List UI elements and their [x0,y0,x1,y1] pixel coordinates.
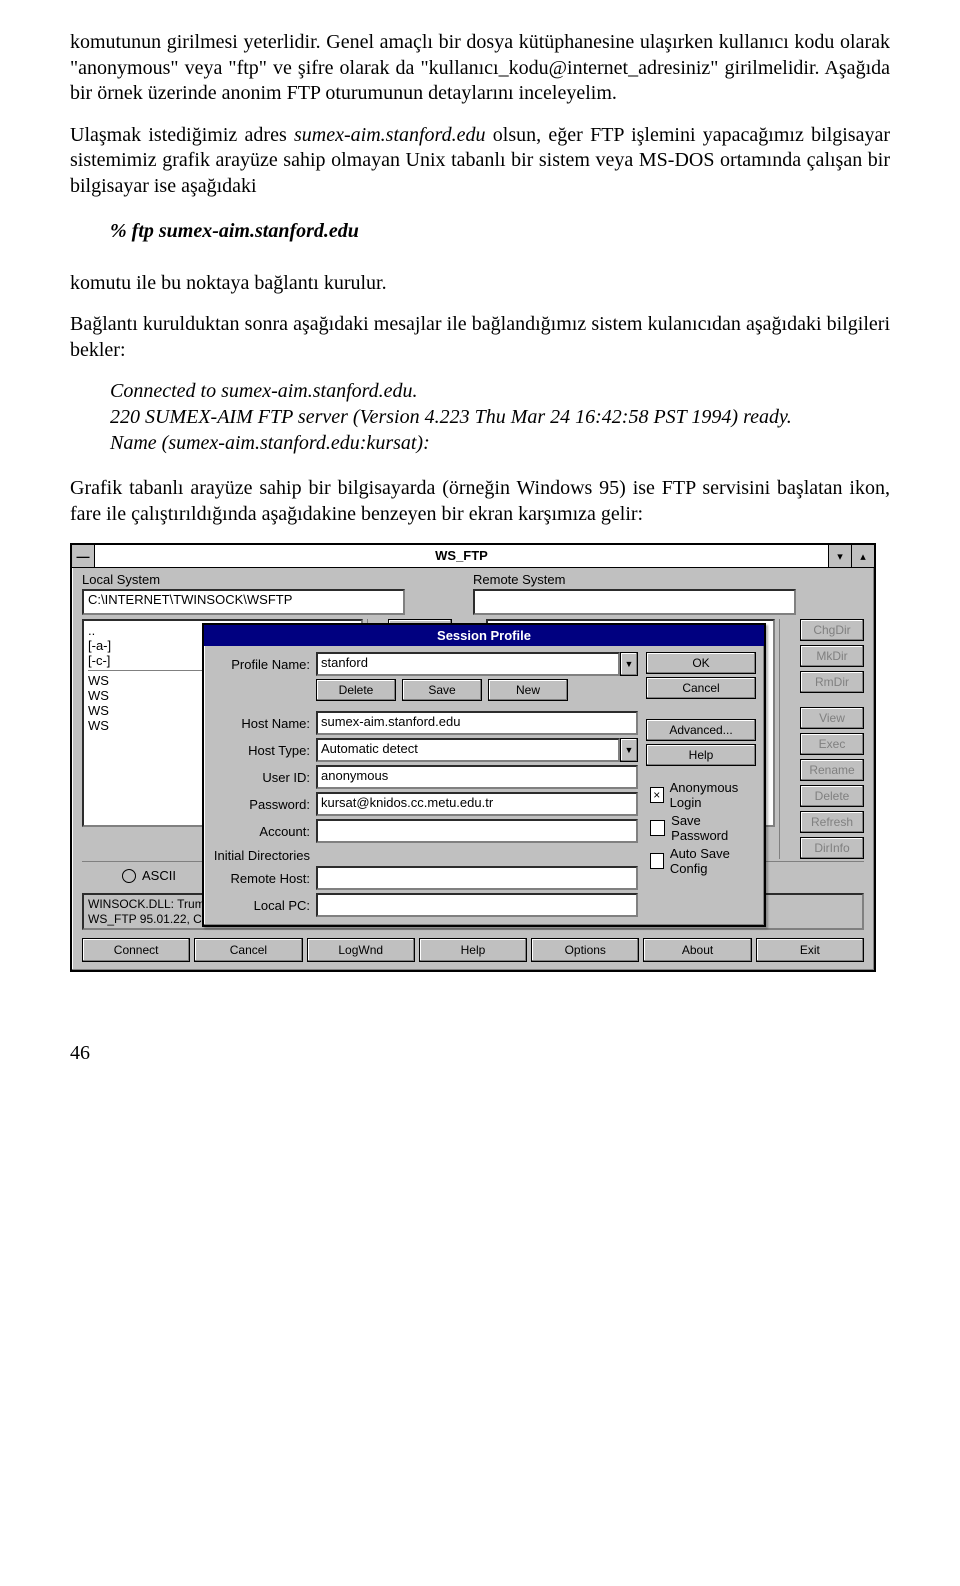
paragraph: komutu ile bu noktaya bağlantı kurulur. [70,271,890,297]
checkbox-icon [650,820,665,836]
minimize-button[interactable]: ▾ [828,545,851,567]
chgdir-button[interactable]: ChgDir [800,619,864,641]
checkbox-label: Save Password [671,813,756,843]
delete-button[interactable]: Delete [800,785,864,807]
paragraph: Ulaşmak istediğimiz adres sumex-aim.stan… [70,123,890,200]
initial-dirs-label: Initial Directories [212,848,310,863]
view-button[interactable]: View [800,707,864,729]
radio-label: ASCII [142,868,176,883]
profile-name-input[interactable]: stanford [316,652,620,676]
host-name-input[interactable]: sumex-aim.stanford.edu [316,711,638,735]
address-italic: sumex-aim.stanford.edu [294,124,485,146]
local-path-input[interactable]: C:\INTERNET\TWINSOCK\WSFTP [82,589,405,615]
local-pc-label: Local PC: [212,898,310,913]
output-line: 220 SUMEX-AIM FTP server (Version 4.223 … [110,405,890,431]
auto-save-config-checkbox[interactable]: Auto Save Config [646,846,756,876]
checkbox-icon [650,853,664,869]
cancel-button[interactable]: Cancel [194,938,302,962]
new-button[interactable]: New [488,679,568,701]
options-button[interactable]: Options [531,938,639,962]
cancel-button[interactable]: Cancel [646,677,756,699]
exec-button[interactable]: Exec [800,733,864,755]
rename-button[interactable]: Rename [800,759,864,781]
logwnd-button[interactable]: LogWnd [307,938,415,962]
session-profile-dialog: Session Profile Profile Name: stanford ▼… [202,623,766,927]
dialog-title: Session Profile [210,628,758,643]
remote-host-input[interactable] [316,866,638,890]
help-button[interactable]: Help [419,938,527,962]
remote-system-label: Remote System [473,572,864,587]
maximize-button[interactable]: ▴ [851,545,874,567]
about-button[interactable]: About [643,938,751,962]
output-line: Connected to sumex-aim.stanford.edu. [110,379,890,405]
anonymous-login-checkbox[interactable]: × Anonymous Login [646,780,756,810]
mkdir-button[interactable]: MkDir [800,645,864,667]
command-line: % ftp sumex-aim.stanford.edu [110,220,890,243]
dropdown-icon[interactable]: ▼ [620,652,638,676]
checkbox-label: Auto Save Config [670,846,756,876]
checkbox-icon: × [650,787,664,803]
dialog-title-bar: Session Profile [204,625,764,646]
dropdown-icon[interactable]: ▼ [620,738,638,762]
user-id-input[interactable]: anonymous [316,765,638,789]
save-password-checkbox[interactable]: Save Password [646,813,756,843]
checkbox-label: Anonymous Login [670,780,756,810]
output-line: Name (sumex-aim.stanford.edu:kursat): [110,431,890,457]
refresh-button[interactable]: Refresh [800,811,864,833]
paragraph: Grafik tabanlı arayüze sahip bir bilgisa… [70,476,890,527]
paragraph: komutunun girilmesi yeterlidir. Genel am… [70,30,890,107]
password-input[interactable]: kursat@knidos.cc.metu.edu.tr [316,792,638,816]
server-output: Connected to sumex-aim.stanford.edu. 220… [110,379,890,456]
help-button[interactable]: Help [646,744,756,766]
host-type-label: Host Type: [212,743,310,758]
advanced-button[interactable]: Advanced... [646,719,756,741]
ok-button[interactable]: OK [646,652,756,674]
text: Ulaşmak istediğimiz adres [70,124,294,146]
sysmenu-button[interactable]: — [72,545,95,567]
dirinfo-button[interactable]: DirInfo [800,837,864,859]
profile-name-label: Profile Name: [212,657,310,672]
rmdir-button[interactable]: RmDir [800,671,864,693]
password-label: Password: [212,797,310,812]
connect-button[interactable]: Connect [82,938,190,962]
paragraph: Bağlantı kurulduktan sonra aşağıdaki mes… [70,312,890,363]
delete-button[interactable]: Delete [316,679,396,701]
ascii-radio[interactable]: ASCII [122,868,176,883]
remote-path-input[interactable] [473,589,796,615]
account-label: Account: [212,824,310,839]
radio-icon [122,869,136,883]
title-bar: — WS_FTP ▾ ▴ [72,545,874,568]
local-pc-input[interactable] [316,893,638,917]
remote-host-label: Remote Host: [212,871,310,886]
wsftp-window: — WS_FTP ▾ ▴ Local System Remote System … [70,543,876,972]
host-type-input[interactable]: Automatic detect [316,738,620,762]
window-title: WS_FTP [95,545,828,567]
page-number: 46 [70,1042,890,1065]
account-input[interactable] [316,819,638,843]
scrollbar[interactable] [779,619,796,859]
user-id-label: User ID: [212,770,310,785]
host-name-label: Host Name: [212,716,310,731]
exit-button[interactable]: Exit [756,938,864,962]
save-button[interactable]: Save [402,679,482,701]
local-system-label: Local System [82,572,473,587]
